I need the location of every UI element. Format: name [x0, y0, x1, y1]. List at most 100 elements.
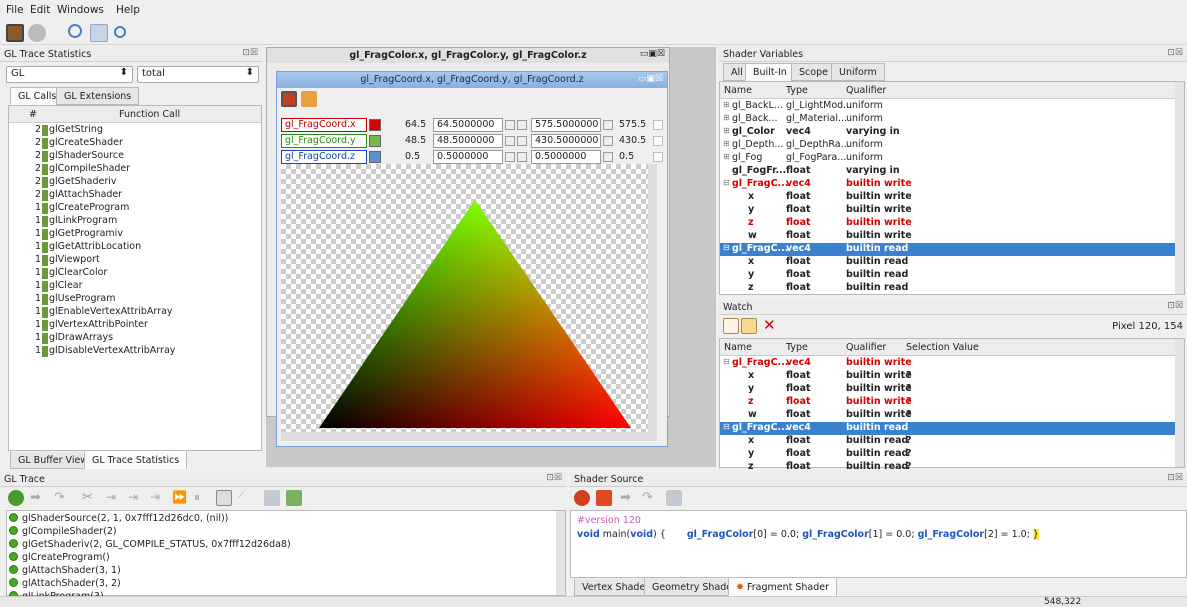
table-row[interactable]: 2 glCreateShader — [9, 137, 261, 150]
collapse-icon[interactable]: ⊟ — [723, 243, 730, 252]
trace-row[interactable]: glGetShaderiv(2, GL_COMPILE_STATUS, 0x7f… — [9, 539, 549, 552]
api-select[interactable]: GL ⬍ — [6, 66, 133, 83]
table-row[interactable]: 1 glVertexAttribPointer — [9, 319, 261, 332]
scope-select[interactable]: total ⬍ — [137, 66, 259, 83]
tree-row[interactable]: ⊞ gl_Depth... gl_DepthRa... uniform — [720, 139, 1176, 152]
table-row[interactable]: 1 glDisableVertexAttribArray — [9, 345, 261, 358]
table-row[interactable]: 2 glShaderSource — [9, 150, 261, 163]
tools-icon[interactable]: ✂ — [82, 490, 98, 506]
vertical-scrollbar[interactable] — [1175, 339, 1184, 467]
spin-icon[interactable] — [603, 152, 613, 162]
open-icon[interactable] — [6, 24, 24, 42]
zoom-reset-icon[interactable] — [114, 26, 126, 38]
table-row[interactable]: 1 glLinkProgram — [9, 215, 261, 228]
trace-row[interactable]: glAttachShader(3, 2) — [9, 578, 549, 591]
min-field[interactable]: 64.5000000 — [433, 118, 503, 132]
channel-select[interactable]: gl_FragCoord.z — [281, 150, 367, 164]
table-row[interactable]: 1 glClear — [9, 280, 261, 293]
table-row[interactable]: 1 glGetProgramiv — [9, 228, 261, 241]
spin-icon[interactable] — [603, 120, 613, 130]
jump-frame-icon[interactable]: ⇥ — [150, 490, 166, 506]
table-row[interactable]: 2 glAttachShader — [9, 189, 261, 202]
close-icon[interactable]: ⊡☒ — [242, 48, 258, 58]
save-image-icon[interactable] — [301, 91, 317, 107]
tree-row[interactable]: x float builtin write? — [720, 370, 1176, 383]
col-selection-value[interactable]: Selection Value — [906, 342, 979, 353]
spin-icon[interactable] — [603, 136, 613, 146]
tree-row[interactable]: ⊟ gl_FragC... vec4 builtin read — [720, 422, 1176, 435]
table-row[interactable]: 1 glGetAttribLocation — [9, 241, 261, 254]
tree-row[interactable]: z float builtin write — [720, 217, 1176, 230]
tab-scope[interactable]: Scope — [791, 63, 836, 81]
col-qualifier[interactable]: Qualifier — [846, 342, 886, 353]
tree-row[interactable]: y float builtin read — [720, 269, 1176, 282]
max-field[interactable]: 430.5000000 — [531, 134, 601, 148]
tree-row[interactable]: ⊟ gl_FragC... vec4 builtin write — [720, 178, 1176, 191]
export-icon[interactable] — [286, 490, 302, 506]
new-watch-icon[interactable] — [723, 318, 739, 334]
col-function[interactable]: Function Call — [119, 109, 180, 120]
tree-row[interactable]: x float builtin read? — [720, 435, 1176, 448]
menu-windows[interactable]: Windows — [57, 4, 104, 16]
table-row[interactable]: 1 glCreateProgram — [9, 202, 261, 215]
add-watch-icon[interactable] — [741, 318, 757, 334]
fast-forward-icon[interactable]: ⏩ — [172, 490, 188, 506]
step-icon[interactable]: ➡ — [30, 490, 46, 506]
tree-row[interactable]: y float builtin write? — [720, 383, 1176, 396]
remove-watch-icon[interactable]: ✕ — [763, 316, 776, 334]
col-type[interactable]: Type — [786, 342, 808, 353]
min-field[interactable]: 48.5000000 — [433, 134, 503, 148]
color-swatch[interactable] — [369, 151, 381, 163]
col-count[interactable]: # — [29, 109, 37, 120]
trace-row[interactable]: glShaderSource(2, 1, 0x7fff12d26dc0, (ni… — [9, 513, 549, 526]
expand-icon[interactable]: ⊞ — [723, 113, 730, 122]
tree-row[interactable]: y float builtin write — [720, 204, 1176, 217]
tab-built-in[interactable]: Built-In — [745, 63, 795, 81]
menu-help[interactable]: Help — [116, 4, 140, 16]
select-tool-icon[interactable] — [90, 24, 108, 42]
screenshot-icon[interactable] — [264, 490, 280, 506]
vertical-scrollbar[interactable] — [648, 164, 657, 432]
collapse-icon[interactable]: ⊟ — [723, 357, 730, 366]
window-controls-icon[interactable]: ▭▣☒ — [638, 74, 663, 84]
channel-select[interactable]: gl_FragCoord.y — [281, 134, 367, 148]
spin-icon[interactable] — [505, 152, 515, 162]
expand-icon[interactable]: ⊞ — [723, 100, 730, 109]
color-swatch[interactable] — [369, 119, 381, 131]
collapse-icon[interactable]: ⊟ — [723, 422, 730, 431]
close-icon[interactable]: ⊡☒ — [1167, 473, 1183, 483]
menu-edit[interactable]: Edit — [30, 4, 50, 16]
jump-icon[interactable]: ⇥ — [106, 490, 122, 506]
table-row[interactable]: 2 glCompileShader — [9, 163, 261, 176]
tree-row[interactable]: x float builtin read — [720, 256, 1176, 269]
channel-select[interactable]: gl_FragCoord.x — [281, 118, 367, 132]
tree-row[interactable]: w float builtin write — [720, 230, 1176, 243]
col-type[interactable]: Type — [786, 85, 808, 96]
table-row[interactable]: 1 glUseProgram — [9, 293, 261, 306]
tab-uniform[interactable]: Uniform — [831, 63, 885, 81]
render-view[interactable] — [281, 164, 657, 432]
trace-row[interactable]: glCompileShader(2) — [9, 526, 549, 539]
trace-row[interactable]: glAttachShader(3, 1) — [9, 565, 549, 578]
spin-icon[interactable] — [505, 120, 515, 130]
tree-row[interactable]: ⊞ gl_Back... gl_Material... uniform — [720, 113, 1176, 126]
close-icon[interactable]: ⊡☒ — [1167, 301, 1183, 311]
edit-icon[interactable]: ⟋ — [238, 490, 254, 506]
settings-icon[interactable] — [28, 24, 46, 42]
checkbox[interactable] — [653, 120, 663, 130]
table-row[interactable]: 1 glEnableVertexAttribArray — [9, 306, 261, 319]
tree-row[interactable]: ⊞ gl_BackL... gl_LightMod... uniform — [720, 100, 1176, 113]
jump-draw-icon[interactable]: ⇥ — [128, 490, 144, 506]
link-icon[interactable] — [517, 120, 527, 130]
tab-fragment-shader[interactable]: ✸ Fragment Shader — [728, 578, 838, 596]
tree-row[interactable]: ⊟ gl_FragC... vec4 builtin read — [720, 243, 1176, 256]
link-icon[interactable] — [517, 152, 527, 162]
vertical-scrollbar[interactable] — [556, 511, 565, 595]
col-name[interactable]: Name — [724, 85, 752, 96]
checkbox[interactable] — [653, 136, 663, 146]
col-name[interactable]: Name — [724, 342, 752, 353]
close-icon[interactable]: ⊡☒ — [1167, 48, 1183, 58]
step-icon[interactable]: ➡ — [620, 490, 636, 506]
max-field[interactable]: 0.5000000 — [531, 150, 601, 164]
horizontal-scrollbar[interactable] — [281, 432, 657, 441]
